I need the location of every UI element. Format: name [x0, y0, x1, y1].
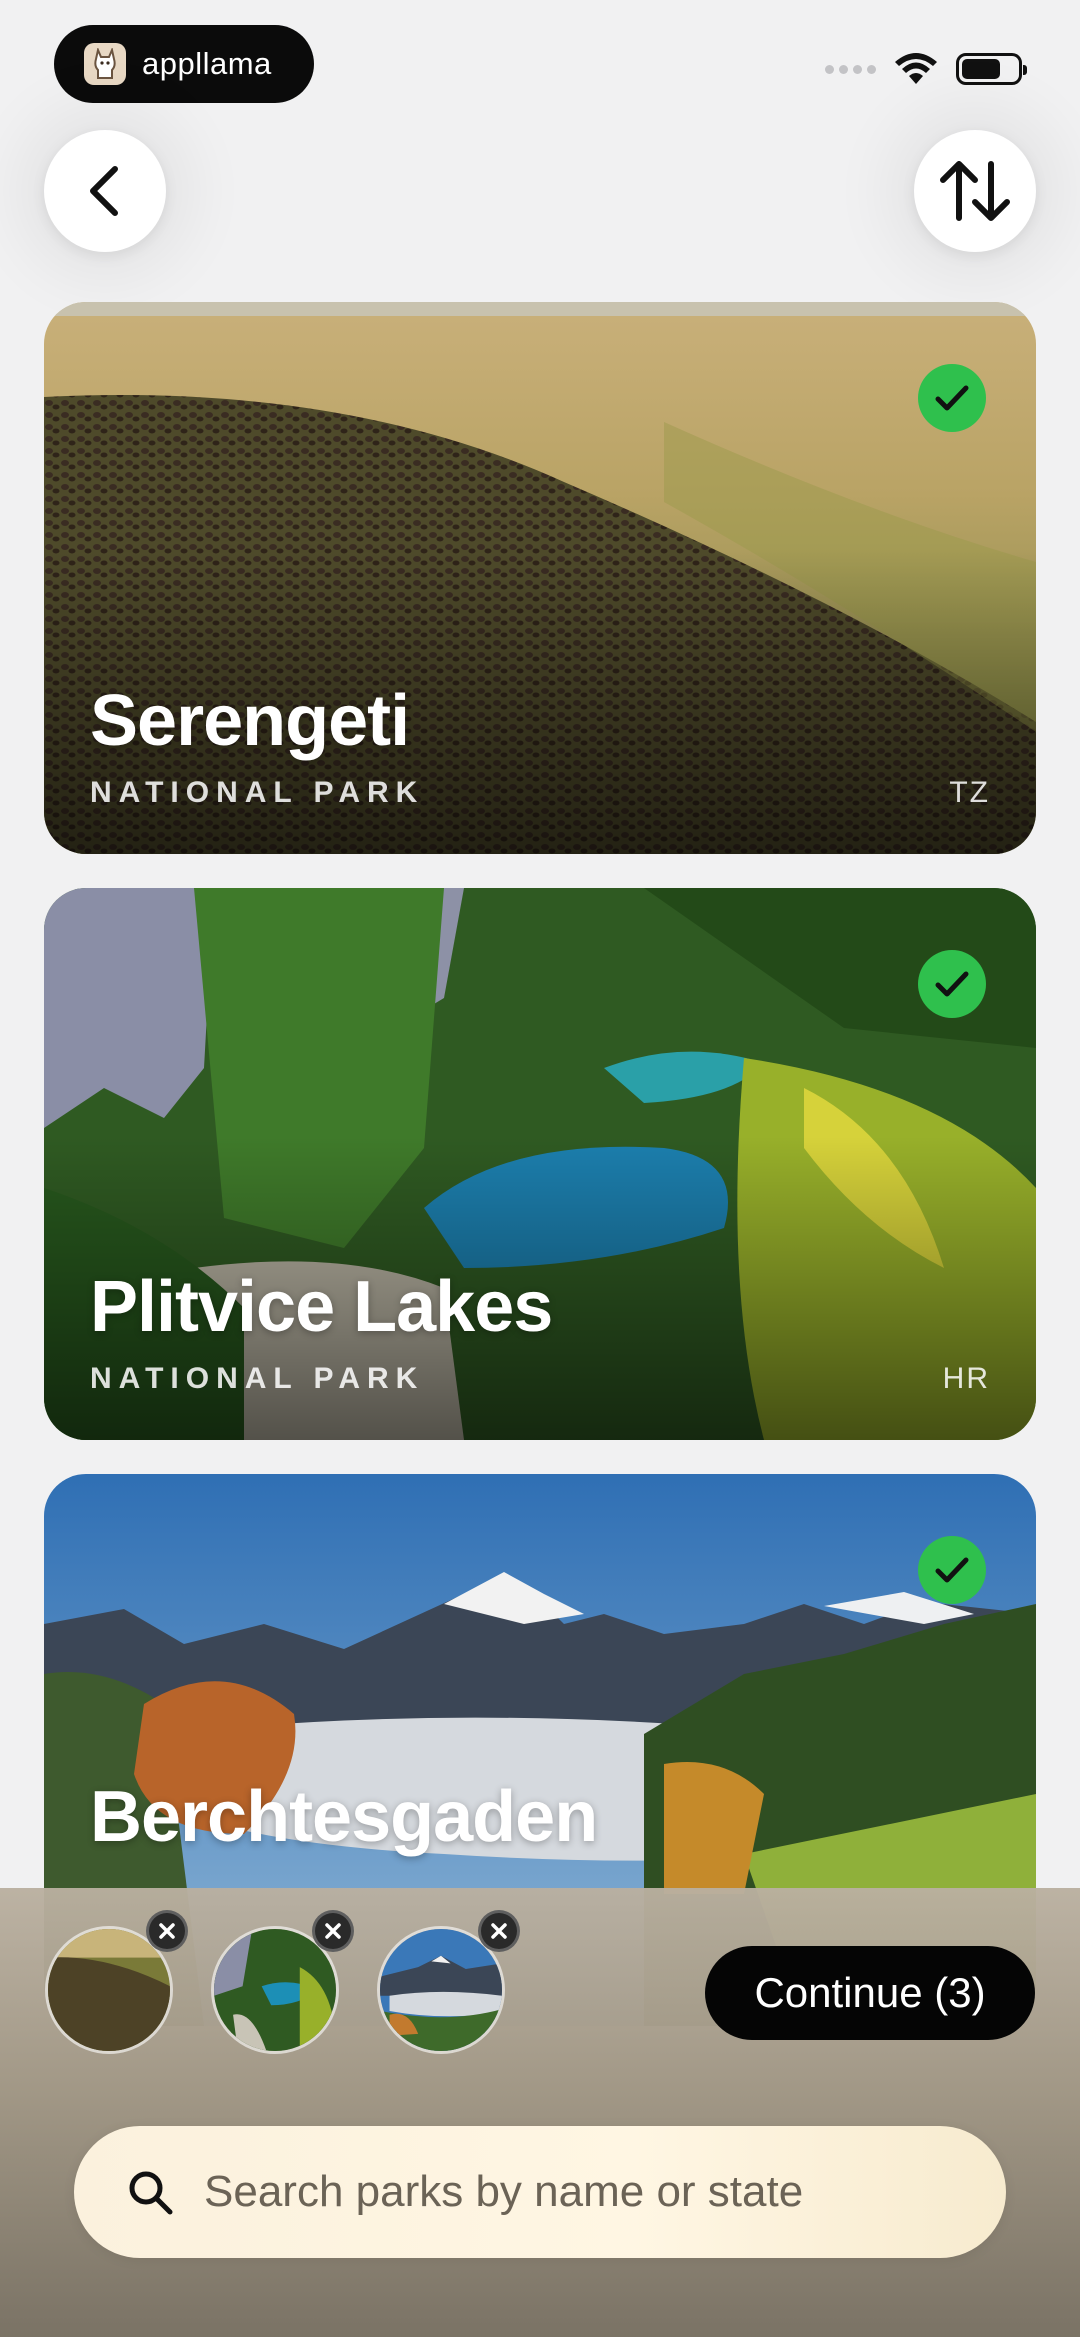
chevron-left-icon: [90, 166, 118, 216]
remove-serengeti-button[interactable]: [146, 1910, 188, 1952]
park-name: Serengeti: [90, 681, 410, 761]
close-icon: [159, 1923, 175, 1939]
selected-check-icon: [918, 950, 986, 1018]
app-badge-label: appllama: [142, 46, 272, 81]
status-icons: [825, 52, 1027, 86]
selected-check-icon: [918, 1536, 986, 1604]
close-icon: [325, 1923, 341, 1939]
app-badge: appllama: [54, 25, 314, 103]
search-input[interactable]: [202, 2166, 966, 2218]
park-name: Berchtesgaden: [90, 1777, 598, 1857]
continue-button[interactable]: Continue (3): [705, 1946, 1035, 2040]
signal-dots-icon: [825, 64, 876, 74]
remove-berchtesgaden-button[interactable]: [478, 1910, 520, 1952]
park-type: NATIONAL PARK: [90, 1362, 425, 1395]
search-bar[interactable]: [74, 2126, 1006, 2258]
back-button[interactable]: [44, 130, 166, 252]
wifi-icon: [895, 53, 937, 84]
sort-arrows-icon: [940, 161, 1010, 221]
search-icon: [126, 2166, 178, 2218]
park-country: HR: [942, 1362, 990, 1395]
park-card-serengeti[interactable]: Serengeti NATIONAL PARK TZ: [44, 302, 1036, 854]
battery-icon: [956, 53, 1027, 85]
llama-logo-icon: [84, 43, 126, 85]
selected-check-icon: [918, 364, 986, 432]
park-name: Plitvice Lakes: [90, 1267, 553, 1347]
park-type: NATIONAL PARK: [90, 776, 425, 809]
close-icon: [491, 1923, 507, 1939]
park-country: TZ: [949, 776, 990, 809]
park-card-plitvice-lakes[interactable]: Plitvice Lakes NATIONAL PARK HR: [44, 888, 1036, 1440]
selection-sheet: Continue (3): [0, 1888, 1080, 2337]
remove-plitvice-lakes-button[interactable]: [312, 1910, 354, 1952]
sort-button[interactable]: [914, 130, 1036, 252]
